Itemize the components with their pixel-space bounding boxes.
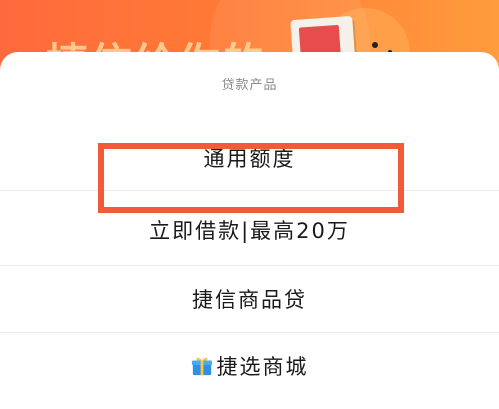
loan-products-sheet: 贷款产品 通用额度 立即借款|最高20万 捷信商品贷 捷选商城 (0, 52, 499, 409)
banner-decoration (372, 42, 378, 48)
divider (0, 190, 499, 191)
menu-item-mall[interactable]: 捷选商城 (0, 332, 499, 400)
gift-icon (191, 357, 212, 376)
menu-item-merchandise-loan[interactable]: 捷信商品贷 (0, 265, 499, 333)
menu-item-borrow-now[interactable]: 立即借款|最高20万 (0, 196, 499, 264)
menu-item-general-credit[interactable]: 通用额度 (0, 124, 499, 192)
menu-item-label: 捷选商城 (216, 355, 309, 379)
menu-item-label: 捷信商品贷 (192, 288, 307, 312)
menu-item-label: 通用额度 (203, 147, 296, 171)
menu-item-label: 立即借款|最高20万 (149, 219, 350, 243)
sheet-title: 贷款产品 (221, 78, 278, 93)
